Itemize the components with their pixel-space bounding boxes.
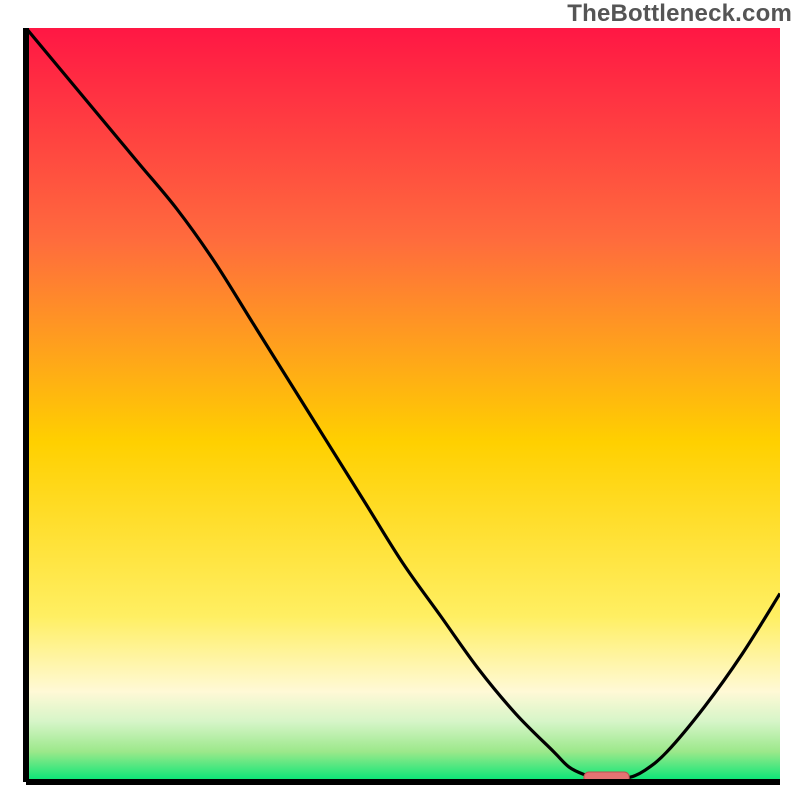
plot-background: [26, 28, 780, 782]
watermark-text: TheBottleneck.com: [567, 0, 792, 28]
bottleneck-chart: [20, 28, 780, 788]
